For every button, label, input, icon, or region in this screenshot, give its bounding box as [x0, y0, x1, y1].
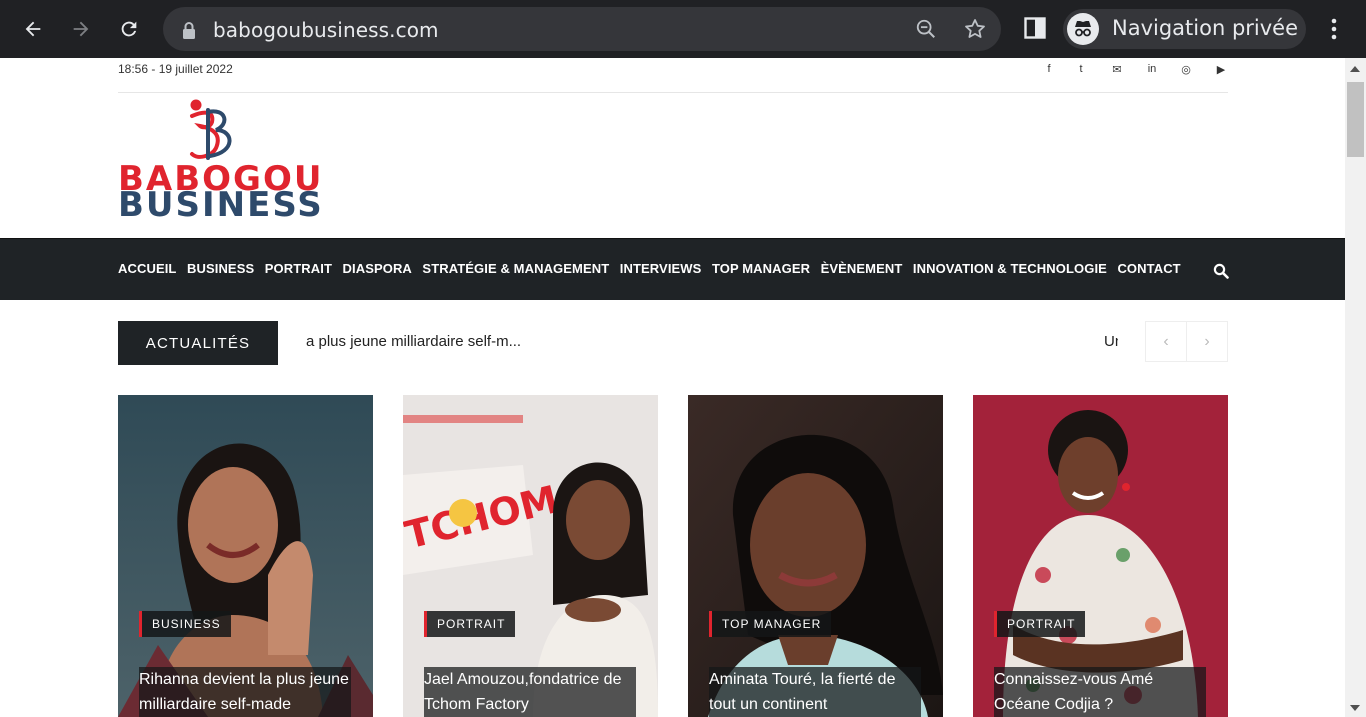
main-nav: ACCUEIL BUSINESS PORTRAIT DIASPORA STRAT… — [0, 238, 1345, 300]
header-divider — [118, 92, 1228, 93]
ticker-headline[interactable]: a plus jeune milliardaire self-m... — [306, 333, 536, 350]
ticker-prev-button[interactable]: ‹ — [1146, 322, 1187, 361]
incognito-label: Navigation privée — [1112, 16, 1299, 40]
nav-item-strategie[interactable]: STRATÉGIE & MANAGEMENT — [422, 261, 609, 276]
article-card[interactable]: BUSINESS Rihanna devient la plus jeune m… — [118, 395, 373, 717]
nav-item-innovation[interactable]: INNOVATION & TECHNOLOGIE — [913, 261, 1107, 276]
email-icon[interactable]: ✉ — [1109, 62, 1125, 76]
article-title[interactable]: Rihanna devient la plus jeune milliardai… — [139, 667, 351, 717]
nav-item-interviews[interactable]: INTERVIEWS — [620, 261, 702, 276]
side-panel-icon[interactable] — [1024, 17, 1046, 39]
logo-mark-icon — [190, 99, 232, 160]
youtube-icon[interactable]: ▶ — [1213, 62, 1229, 76]
scroll-down-icon[interactable] — [1350, 705, 1360, 711]
address-bar[interactable]: babogoubusiness.com — [163, 7, 1001, 51]
scrollbar-thumb[interactable] — [1347, 82, 1364, 157]
article-card[interactable]: TOP MANAGER Aminata Touré, la fierté de … — [688, 395, 943, 717]
nav-item-diaspora[interactable]: DIASPORA — [343, 261, 412, 276]
linkedin-icon[interactable]: in — [1144, 62, 1160, 76]
page-scrollbar[interactable] — [1345, 58, 1366, 717]
scroll-up-icon[interactable] — [1350, 66, 1360, 72]
forward-icon[interactable] — [66, 14, 96, 44]
reload-icon[interactable] — [114, 14, 144, 44]
star-icon[interactable] — [963, 17, 987, 41]
nav-item-evenement[interactable]: ÈVÈNEMENT — [821, 261, 903, 276]
lock-icon[interactable] — [181, 21, 197, 39]
article-title[interactable]: Aminata Touré, la fierté de tout un cont… — [709, 667, 921, 717]
category-badge[interactable]: PORTRAIT — [424, 611, 516, 637]
nav-item-contact[interactable]: CONTACT — [1117, 261, 1180, 276]
incognito-icon — [1067, 13, 1099, 45]
current-datetime: 18:56 - 19 juillet 2022 — [118, 62, 233, 76]
browser-toolbar: babogoubusiness.com Navigation privée — [0, 0, 1366, 58]
back-icon[interactable] — [18, 14, 48, 44]
article-title[interactable]: Connaissez-vous Amé Océane Codjia ? — [994, 667, 1206, 717]
ticker-next-button[interactable]: › — [1187, 322, 1227, 361]
article-card[interactable]: TCHOM PORTRAIT Jael Amouzou,fondatrice d… — [403, 395, 658, 717]
category-badge[interactable]: TOP MANAGER — [709, 611, 832, 637]
incognito-badge[interactable]: Navigation privée — [1063, 9, 1306, 49]
site-logo[interactable]: BABOGOU BUSINESS — [118, 98, 328, 224]
nav-item-accueil[interactable]: ACCUEIL — [118, 261, 176, 276]
url-text[interactable]: babogoubusiness.com — [213, 18, 439, 42]
logo-line-2: BUSINESS — [118, 185, 324, 225]
zoom-out-icon[interactable] — [915, 18, 937, 40]
ticker-headline-next[interactable]: Un — [1104, 333, 1118, 350]
ticker-label: ACTUALITÉS — [118, 321, 278, 365]
nav-item-portrait[interactable]: PORTRAIT — [265, 261, 332, 276]
ticker-controls: ‹ › — [1145, 321, 1228, 362]
twitter-icon[interactable]: t — [1073, 62, 1089, 76]
article-title[interactable]: Jael Amouzou,fondatrice de Tchom Factory — [424, 667, 636, 717]
category-badge[interactable]: BUSINESS — [139, 611, 231, 637]
menu-icon[interactable] — [1327, 16, 1341, 42]
facebook-icon[interactable]: f — [1041, 62, 1057, 76]
nav-item-business[interactable]: BUSINESS — [187, 261, 254, 276]
search-icon[interactable] — [1213, 263, 1229, 279]
category-badge[interactable]: PORTRAIT — [994, 611, 1086, 637]
instagram-icon[interactable]: ◎ — [1178, 62, 1194, 76]
article-card[interactable]: PORTRAIT Connaissez-vous Amé Océane Codj… — [973, 395, 1228, 717]
nav-item-top-manager[interactable]: TOP MANAGER — [712, 261, 810, 276]
